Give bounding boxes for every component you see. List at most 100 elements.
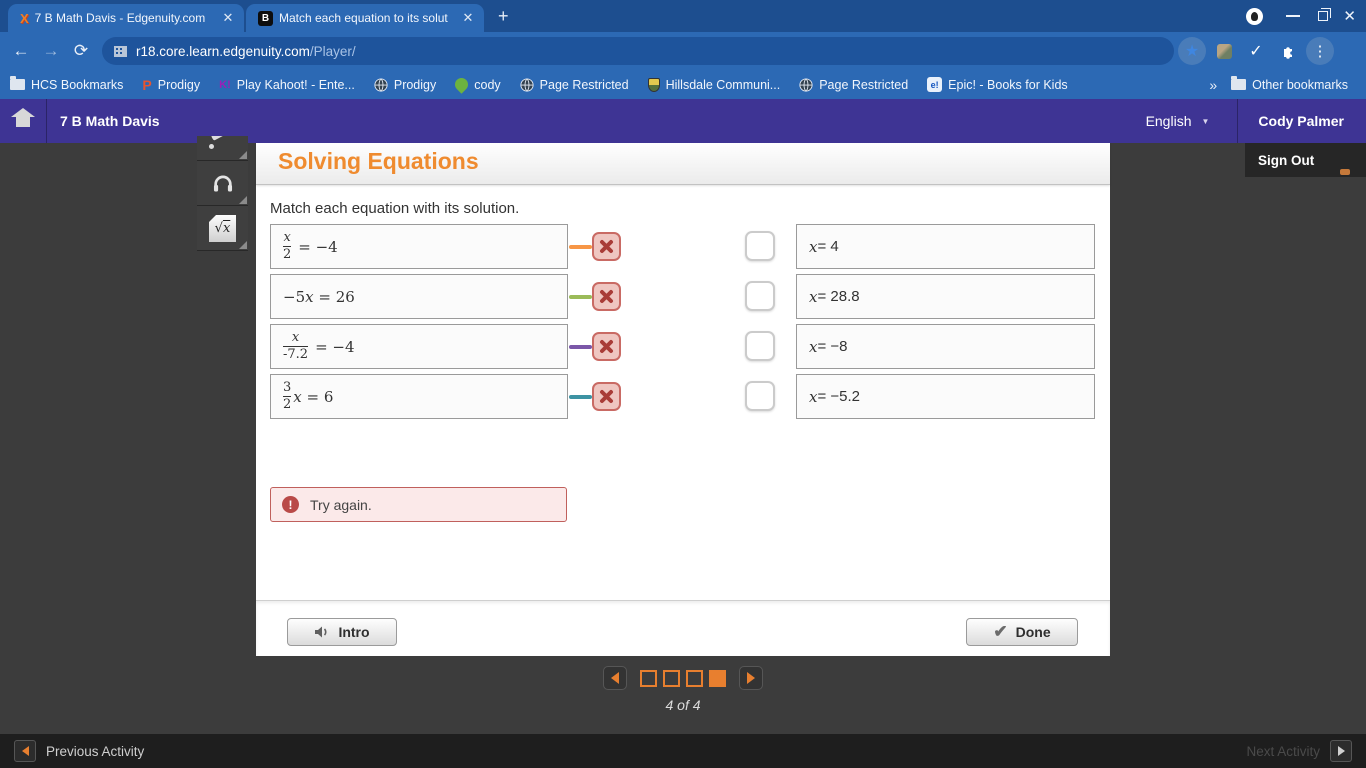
previous-activity-button[interactable]: [14, 740, 36, 762]
equation-card-4[interactable]: 32 x = 6: [270, 374, 568, 419]
answer-card-2[interactable]: x = 28.8: [796, 274, 1095, 319]
brainly-favicon-icon: B: [258, 10, 273, 26]
forward-button[interactable]: →: [36, 41, 66, 61]
address-bar[interactable]: r18.core.learn.edgenuity.com/Player/: [102, 37, 1174, 65]
tab-close-icon[interactable]: ✕: [220, 10, 236, 26]
answer-checkbox-4[interactable]: [745, 381, 775, 411]
close-window-button[interactable]: ✕: [1343, 0, 1356, 32]
orange-indicator: [1340, 169, 1350, 175]
player-tool-sidebar: √ x: [197, 136, 248, 251]
browser-toolbar: ← → ⟳ r18.core.learn.edgenuity.com/Playe…: [0, 32, 1366, 70]
highlighter-icon: [210, 136, 234, 141]
formula-sheet-tool-button[interactable]: √ x: [197, 206, 248, 251]
lesson-footer: Intro ✔ Done: [256, 600, 1110, 656]
error-icon: !: [282, 496, 299, 513]
answer-card-3[interactable]: x = −8: [796, 324, 1095, 369]
match-line: [569, 345, 592, 349]
bookmark-hcs[interactable]: HCS Bookmarks: [10, 76, 123, 92]
activity-pagination: [0, 666, 1366, 690]
home-button[interactable]: [8, 108, 38, 134]
extensions-puzzle-icon[interactable]: [1274, 37, 1302, 65]
bookmark-cody[interactable]: cody: [452, 75, 501, 94]
globe-icon: [374, 77, 388, 92]
answer-checkbox-1[interactable]: [745, 231, 775, 261]
bookmark-kahoot[interactable]: K! Play Kahoot! - Ente...: [219, 78, 355, 92]
language-selector[interactable]: English: [1146, 113, 1192, 129]
remove-match-button[interactable]: [592, 282, 621, 311]
answer-checkbox-3[interactable]: [745, 331, 775, 361]
answer-card-4[interactable]: x = −5.2: [796, 374, 1095, 419]
prodigy-icon: P: [142, 76, 152, 93]
arrow-right-icon: [747, 672, 755, 684]
globe-icon: [799, 77, 813, 92]
user-menu[interactable]: Cody Palmer: [1258, 113, 1344, 129]
previous-activity-label[interactable]: Previous Activity: [46, 744, 144, 759]
highlighter-tool-button[interactable]: [197, 136, 248, 161]
remove-match-button[interactable]: [592, 232, 621, 261]
arrow-left-icon: [611, 672, 619, 684]
chevron-down-icon[interactable]: ▼: [1201, 117, 1209, 126]
page-square-1[interactable]: [640, 669, 657, 687]
tab-close-icon[interactable]: ✕: [460, 10, 476, 26]
browser-menu-icon[interactable]: ⋮: [1306, 37, 1334, 65]
reload-button[interactable]: ⟳: [66, 41, 96, 61]
x-icon: [600, 290, 613, 303]
restore-button[interactable]: [1318, 0, 1331, 32]
home-icon: [11, 108, 35, 117]
other-bookmarks[interactable]: Other bookmarks: [1231, 76, 1348, 92]
instruction-text: Match each equation with its solution.: [270, 200, 520, 217]
kahoot-icon: K!: [219, 78, 231, 91]
site-info-icon[interactable]: [114, 45, 127, 57]
page-square-3[interactable]: [686, 669, 703, 687]
bookmarks-overflow-icon[interactable]: »: [1209, 77, 1217, 93]
answer-card-1[interactable]: x = 4: [796, 224, 1095, 269]
arrow-left-icon: [21, 746, 29, 756]
browser-tab-brainly[interactable]: B Match each equation to its solut ✕: [246, 4, 484, 32]
bookmark-page-restricted[interactable]: Page Restricted: [520, 78, 629, 92]
bookmark-hillsdale[interactable]: Hillsdale Communi...: [647, 77, 780, 92]
next-activity-button[interactable]: [1330, 740, 1352, 762]
tab-title: 7 B Math Davis - Edgenuity.com: [34, 11, 206, 25]
remove-match-button[interactable]: [592, 382, 621, 411]
crest-icon: [647, 77, 660, 92]
intro-button[interactable]: Intro: [287, 618, 397, 646]
remove-match-button[interactable]: [592, 332, 621, 361]
bookmark-star-icon[interactable]: ★: [1178, 37, 1206, 65]
browser-tab-edgenuity[interactable]: X 7 B Math Davis - Edgenuity.com ✕: [8, 4, 244, 32]
folder-icon: [10, 76, 25, 90]
new-tab-button[interactable]: +: [498, 7, 509, 25]
feedback-text: Try again.: [310, 496, 372, 513]
x-icon: [600, 390, 613, 403]
bookmark-prodigy-2[interactable]: Prodigy: [374, 78, 436, 92]
answer-checkbox-2[interactable]: [745, 281, 775, 311]
feedback-banner: ! Try again.: [270, 487, 567, 522]
checkmark-extension-icon[interactable]: ✓: [1242, 37, 1270, 65]
match-line: [569, 245, 592, 249]
next-page-button[interactable]: [739, 666, 763, 690]
lesson-panel: Solving Equations Match each equation wi…: [256, 143, 1110, 656]
done-button[interactable]: ✔ Done: [966, 618, 1078, 646]
minimize-button[interactable]: [1286, 0, 1300, 32]
x-icon: [600, 240, 613, 253]
match-line: [569, 295, 592, 299]
bookmark-page-restricted-2[interactable]: Page Restricted: [799, 78, 908, 92]
previous-page-button[interactable]: [603, 666, 627, 690]
lesson-header: Solving Equations: [256, 143, 1110, 185]
course-title: 7 B Math Davis: [60, 113, 160, 129]
folder-icon: [1231, 76, 1247, 90]
bookmark-prodigy[interactable]: P Prodigy: [142, 77, 200, 93]
equation-card-2[interactable]: −5 x = 26: [270, 274, 568, 319]
extension-icon[interactable]: [1210, 37, 1238, 65]
page-square-2[interactable]: [663, 669, 680, 687]
profile-avatar[interactable]: [1246, 0, 1263, 32]
back-button[interactable]: ←: [6, 41, 36, 61]
arrow-right-icon: [1337, 746, 1345, 756]
equation-card-3[interactable]: x -7.2 = −4: [270, 324, 568, 369]
browser-titlebar: X 7 B Math Davis - Edgenuity.com ✕ B Mat…: [0, 0, 1366, 32]
read-aloud-tool-button[interactable]: [197, 161, 248, 206]
bookmark-epic[interactable]: e! Epic! - Books for Kids: [927, 77, 1068, 92]
equation-card-1[interactable]: x2 = −4: [270, 224, 568, 269]
page-square-4[interactable]: [709, 669, 726, 687]
tab-title: Match each equation to its solut: [279, 11, 448, 25]
next-activity-label: Next Activity: [1246, 743, 1320, 759]
